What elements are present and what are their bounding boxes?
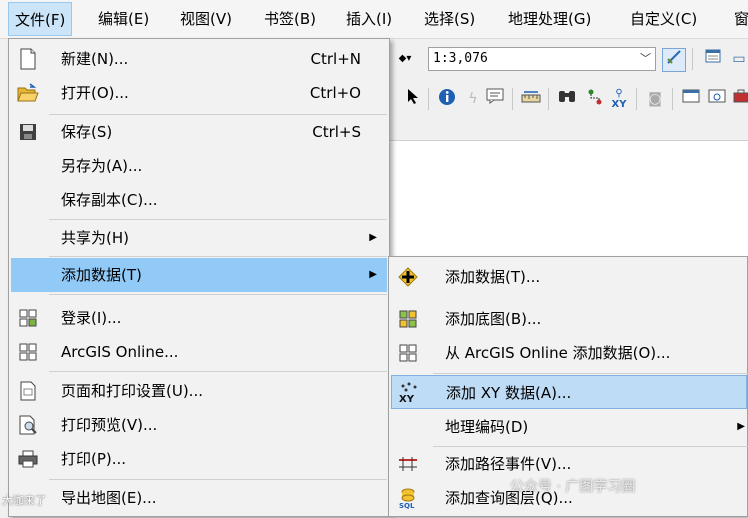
measure-ruler-icon[interactable] — [520, 88, 542, 110]
menu-item-new[interactable]: 新建(N)... Ctrl+N — [11, 42, 387, 76]
menu-item-print[interactable]: 打印(P)... — [11, 442, 387, 476]
window-icon[interactable]: ▭ — [728, 48, 748, 70]
arctoolbox-icon[interactable] — [730, 88, 748, 110]
menu-item-arcgis-online[interactable]: ArcGIS Online... — [11, 335, 387, 369]
menu-item-page-setup[interactable]: 页面和打印设置(U)... — [11, 374, 387, 408]
submenu-item-add-from-arcgis-online[interactable]: 从 ArcGIS Online 添加数据(O)... — [391, 336, 747, 370]
find-route-icon[interactable] — [584, 88, 606, 110]
toolbar-separator — [428, 88, 429, 110]
map-scale-combobox[interactable]: 1:3,076 ﹀ — [428, 47, 656, 71]
new-document-icon — [17, 48, 39, 70]
html-popup-icon[interactable] — [484, 88, 506, 110]
menu-item-save-as[interactable]: 另存为(A)... — [11, 149, 387, 183]
menu-item-export-map[interactable]: 导出地图(E)... — [11, 481, 387, 515]
chevron-down-icon[interactable]: ﹀ — [640, 48, 651, 70]
time-slider-icon[interactable]: ◙ — [644, 88, 666, 110]
print-preview-icon — [17, 414, 39, 436]
menu-separator — [49, 294, 387, 295]
menu-view[interactable]: 视图(V) — [174, 0, 238, 38]
submenu-arrow-icon: ▶ — [737, 421, 745, 432]
menu-item-sign-in[interactable]: 登录(I)... — [11, 301, 387, 335]
select-arrow-icon[interactable] — [402, 88, 424, 110]
submenu-item-add-xy-data[interactable]: XY 添加 XY 数据(A)... — [391, 375, 747, 409]
submenu-item-geocoding[interactable]: 地理编码(D) ▶ — [391, 410, 747, 444]
menu-customize[interactable]: 自定义(C) — [624, 0, 703, 38]
page-setup-icon — [17, 380, 39, 402]
dropdown-arrow-icon[interactable]: ◆▾ — [394, 48, 416, 70]
menu-geoprocessing[interactable]: 地理处理(G) — [502, 0, 597, 38]
menu-file[interactable]: 文件(F) — [8, 2, 73, 36]
menu-item-save-copy[interactable]: 保存副本(C)... — [11, 183, 387, 217]
save-disk-icon — [17, 121, 39, 143]
menu-item-share-as[interactable]: 共享为(H) ▶ — [11, 221, 387, 255]
route-event-icon — [397, 453, 419, 475]
toolbar-separator — [672, 88, 673, 110]
add-data-plus-icon — [397, 266, 419, 288]
menu-bar: 文件(F) 编辑(E) 视图(V) 书签(B) 插入(I) 选择(S) 地理处理… — [0, 0, 748, 39]
toolbar-separator — [636, 88, 637, 110]
menu-insert[interactable]: 插入(I) — [340, 0, 398, 38]
menu-separator — [49, 371, 387, 372]
identify-info-icon[interactable] — [436, 88, 458, 110]
toolbar-separator — [692, 48, 693, 70]
menu-separator — [433, 373, 748, 374]
catalog-window-icon[interactable] — [680, 88, 702, 110]
arcgis-grid-icon — [17, 341, 39, 363]
printer-icon — [17, 448, 39, 470]
go-to-xy-icon[interactable]: ⚲ XY — [608, 88, 630, 110]
menu-item-print-preview[interactable]: 打印预览(V)... — [11, 408, 387, 442]
map-scale-value: 1:3,076 — [433, 51, 488, 66]
toolbar-separator — [548, 88, 549, 110]
submenu-arrow-icon: ▶ — [369, 269, 377, 280]
find-binoculars-icon[interactable] — [556, 88, 578, 110]
edit-tool-icon[interactable] — [662, 48, 686, 72]
menu-item-save[interactable]: 保存(S) Ctrl+S — [11, 115, 387, 149]
menu-item-open[interactable]: 打开(O)... Ctrl+O — [11, 76, 387, 110]
watermark-text: 公众号 · 广图学习圈 — [510, 479, 636, 495]
menu-item-add-data[interactable]: 添加数据(T) ▶ — [11, 258, 387, 292]
sign-in-grid-icon — [17, 307, 39, 329]
menu-selection[interactable]: 选择(S) — [418, 0, 481, 38]
open-folder-icon — [17, 82, 39, 104]
xy-data-icon: XY — [398, 382, 420, 404]
hyperlink-bolt-icon[interactable]: ϟ — [462, 88, 484, 110]
arcgis-online-grid-icon — [397, 342, 419, 364]
sql-query-icon: SQL — [397, 487, 419, 509]
watermark-text-left: 大咖来了 — [2, 494, 46, 507]
menu-separator — [49, 219, 387, 220]
submenu-arrow-icon: ▶ — [369, 232, 377, 243]
menu-separator — [49, 479, 387, 480]
toolbar-separator — [512, 88, 513, 110]
basemap-grid-icon — [397, 308, 419, 330]
menu-edit[interactable]: 编辑(E) — [92, 0, 155, 38]
search-window-icon[interactable] — [706, 88, 728, 110]
svg-text:XY: XY — [399, 394, 415, 404]
svg-text:SQL: SQL — [399, 502, 415, 509]
file-menu: 新建(N)... Ctrl+N 打开(O)... Ctrl+O 保存(S) Ct… — [8, 38, 390, 517]
menu-separator — [49, 256, 387, 257]
submenu-item-add-basemap[interactable]: 添加底图(B)... — [391, 302, 747, 336]
submenu-item-add-data[interactable]: 添加数据(T)... — [391, 260, 747, 294]
table-window-icon[interactable] — [702, 48, 724, 70]
menu-bookmarks[interactable]: 书签(B) — [258, 0, 322, 38]
menu-windows[interactable]: 窗 — [728, 0, 748, 38]
